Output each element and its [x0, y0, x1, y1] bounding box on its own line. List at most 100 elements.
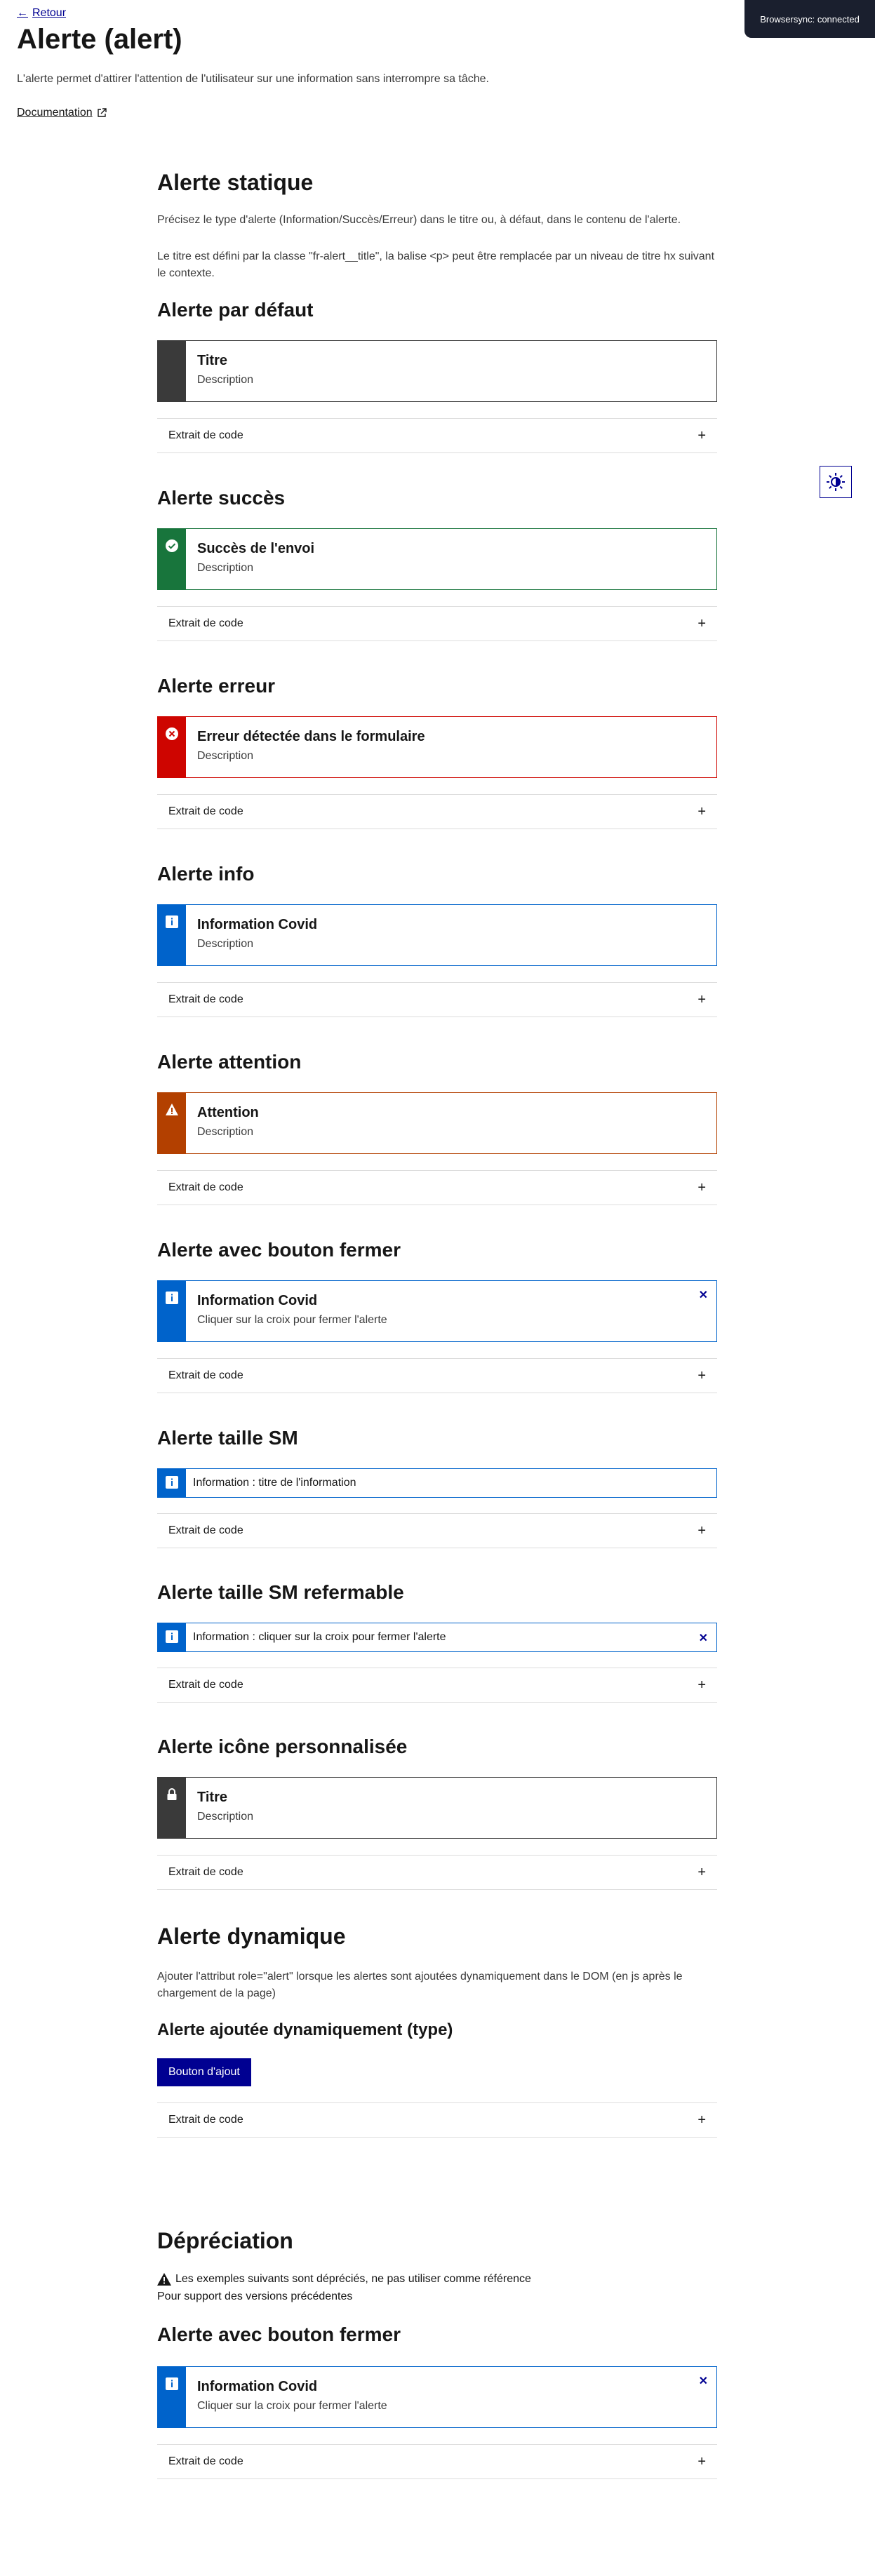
code-label: Extrait de code — [168, 2114, 243, 2126]
info-icon — [166, 1476, 178, 1489]
alert-description: Description — [197, 1811, 254, 1823]
plus-icon: + — [697, 427, 706, 443]
alert-title: Information Covid — [197, 917, 318, 932]
code-label: Extrait de code — [168, 1369, 243, 1381]
error-circle-icon — [166, 727, 178, 740]
heading-dynamic: Alerte ajoutée dynamiquement (type) — [157, 2020, 453, 2039]
plus-icon: + — [697, 2453, 706, 2469]
code-toggle-info[interactable]: Extrait de code + — [157, 982, 717, 1017]
alert-sm-text: Information : cliquer sur la croix pour … — [193, 1631, 446, 1643]
code-toggle-sm[interactable]: Extrait de code + — [157, 1513, 717, 1548]
documentation-link[interactable]: Documentation — [17, 107, 107, 119]
deprecation-warning-text: Les exemples suivants sont dépréciés, ne… — [175, 2273, 531, 2285]
static-text-1: Précisez le type d'alerte (Information/S… — [157, 214, 681, 226]
code-toggle-success[interactable]: Extrait de code + — [157, 606, 717, 641]
theme-icon — [827, 473, 845, 491]
info-icon — [166, 2377, 178, 2390]
alert-description: Description — [197, 374, 254, 386]
code-toggle-dynamic[interactable]: Extrait de code + — [157, 2102, 717, 2138]
heading-sm: Alerte taille SM — [157, 1427, 298, 1449]
heading-deprecated-closable: Alerte avec bouton fermer — [157, 2323, 401, 2345]
alert-default: Titre Description — [157, 340, 717, 402]
plus-icon: + — [697, 991, 706, 1007]
code-label: Extrait de code — [168, 429, 243, 441]
dynamic-text: Ajouter l'attribut role="alert" lorsque … — [157, 1971, 683, 1999]
code-toggle-warning[interactable]: Extrait de code + — [157, 1170, 717, 1205]
alert-custom-icon: Titre Description — [157, 1777, 717, 1839]
alert-description: Description — [197, 938, 254, 950]
code-toggle-error[interactable]: Extrait de code + — [157, 794, 717, 829]
alert-info: Information Covid Description — [157, 904, 717, 966]
alert-sm-text: Information : titre de l'information — [193, 1477, 356, 1489]
code-label: Extrait de code — [168, 993, 243, 1005]
code-toggle-default[interactable]: Extrait de code + — [157, 418, 717, 453]
static-text-2: Le titre est défini par la classe "fr-al… — [157, 250, 715, 279]
heading-success: Alerte succès — [157, 487, 286, 509]
plus-icon: + — [697, 2112, 706, 2128]
code-label: Extrait de code — [168, 1524, 243, 1536]
alert-title: Succès de l'envoi — [197, 541, 315, 556]
plus-icon: + — [697, 1367, 706, 1383]
alert-title: Titre — [197, 1790, 227, 1805]
theme-toggle-button[interactable] — [820, 466, 852, 498]
lock-icon — [167, 1788, 177, 1800]
browsersync-notification: Browsersync: connected — [744, 0, 875, 38]
external-link-icon — [97, 108, 107, 117]
deprecation-warning: Les exemples suivants sont dépréciés, ne… — [157, 2273, 531, 2286]
alert-description: Cliquer sur la croix pour fermer l'alert… — [197, 2400, 387, 2412]
plus-icon: + — [697, 1677, 706, 1693]
alert-success: Succès de l'envoi Description — [157, 528, 717, 590]
plus-icon: + — [697, 615, 706, 631]
warning-icon — [157, 2273, 171, 2286]
code-label: Extrait de code — [168, 2455, 243, 2467]
close-icon[interactable]: ✕ — [699, 1288, 708, 1302]
alert-title: Attention — [197, 1105, 259, 1120]
alert-default-bar — [158, 341, 186, 401]
documentation-label: Documentation — [17, 107, 93, 119]
alert-title: Erreur détectée dans le formulaire — [197, 729, 425, 744]
heading-default: Alerte par défaut — [157, 299, 314, 321]
heading-info: Alerte info — [157, 863, 255, 885]
close-icon[interactable]: ✕ — [699, 2374, 708, 2388]
code-label: Extrait de code — [168, 617, 243, 629]
alert-description: Description — [197, 562, 254, 574]
page-title: Alerte (alert) — [17, 24, 182, 55]
heading-sm-closable: Alerte taille SM refermable — [157, 1581, 404, 1603]
code-label: Extrait de code — [168, 805, 243, 817]
code-toggle-deprecated[interactable]: Extrait de code + — [157, 2444, 717, 2479]
alert-title: Information Covid — [197, 2379, 318, 2394]
alert-deprecated-closable: Information Covid Cliquer sur la croix po… — [157, 2366, 717, 2428]
alert-sm-closable: Information : cliquer sur la croix pour … — [157, 1623, 717, 1652]
info-icon — [166, 1630, 178, 1643]
info-icon — [166, 915, 178, 928]
code-toggle-closable[interactable]: Extrait de code + — [157, 1358, 717, 1393]
code-toggle-sm-closable[interactable]: Extrait de code + — [157, 1668, 717, 1703]
plus-icon: + — [697, 1522, 706, 1538]
heading-custom-icon: Alerte icône personnalisée — [157, 1736, 408, 1757]
page-description: L'alerte permet d'attirer l'attention de… — [17, 73, 489, 85]
alert-title: Information Covid — [197, 1293, 318, 1308]
code-label: Extrait de code — [168, 1679, 243, 1691]
alert-description: Cliquer sur la croix pour fermer l'alert… — [197, 1314, 387, 1326]
section-title-dynamic: Alerte dynamique — [157, 1924, 346, 1949]
alert-error: Erreur détectée dans le formulaire Descri… — [157, 716, 717, 778]
alert-warning: Attention Description — [157, 1092, 717, 1154]
plus-icon: + — [697, 803, 706, 819]
check-circle-icon — [166, 539, 178, 552]
code-label: Extrait de code — [168, 1866, 243, 1878]
add-alert-button[interactable]: Bouton d'ajout — [157, 2058, 251, 2086]
heading-error: Alerte erreur — [157, 675, 276, 697]
info-icon — [166, 1292, 178, 1304]
close-icon[interactable]: ✕ — [699, 1631, 708, 1645]
warning-icon — [166, 1103, 178, 1115]
alert-description: Description — [197, 750, 254, 762]
section-title-deprecation: Dépréciation — [157, 2228, 293, 2253]
alert-sm: Information : titre de l'information — [157, 1468, 717, 1498]
heading-closable: Alerte avec bouton fermer — [157, 1239, 401, 1261]
section-title-static: Alerte statique — [157, 170, 314, 195]
heading-warning: Alerte attention — [157, 1051, 302, 1073]
plus-icon: + — [697, 1179, 706, 1195]
deprecation-support-text: Pour support des versions précédentes — [157, 2290, 353, 2302]
plus-icon: + — [697, 1864, 706, 1880]
code-toggle-custom-icon[interactable]: Extrait de code + — [157, 1855, 717, 1890]
